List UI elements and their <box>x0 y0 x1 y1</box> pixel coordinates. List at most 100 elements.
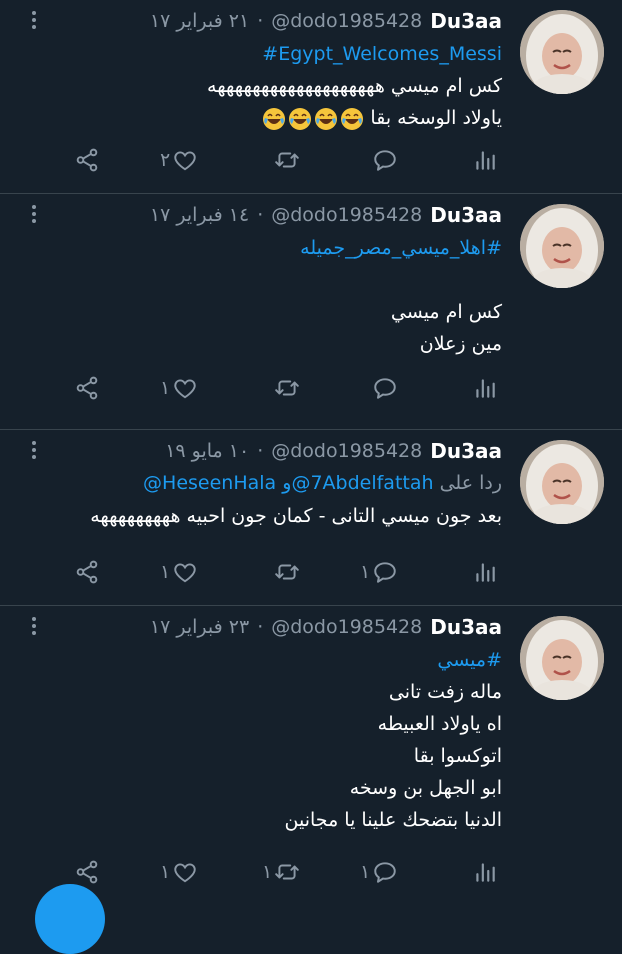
mention-link[interactable]: @HeseenHala <box>143 472 276 494</box>
separator-dot: · <box>257 440 264 462</box>
retweet-icon <box>274 859 300 885</box>
tweet-date[interactable]: ١٠ مايو ١٩ <box>165 440 249 462</box>
like-button[interactable]: ٢ <box>160 142 198 178</box>
reply-button[interactable]: ١ <box>360 854 398 890</box>
retweet-button[interactable] <box>272 370 300 406</box>
reply-button[interactable]: ١ <box>360 554 398 590</box>
share-icon <box>74 375 100 401</box>
reply-icon <box>372 859 398 885</box>
separator-dot: · <box>257 616 264 638</box>
separator-dot: · <box>257 204 264 226</box>
display-name[interactable]: Du3aa <box>430 615 502 639</box>
hashtag-link[interactable]: #Egypt_Welcomes_Messi <box>16 38 502 70</box>
share-icon <box>74 559 100 585</box>
hashtag-link[interactable]: #اهلا_ميسي_مصر_جميله <box>16 232 502 264</box>
tweet-line: بعد جون ميسي التانى - كمان جون احبيه ههه… <box>90 505 502 527</box>
tweet-text: #اهلا_ميسي_مصر_جميله كس ام ميسي مين زعلا… <box>16 232 502 360</box>
mention-link[interactable]: @7Abdelfattah <box>291 472 433 494</box>
reply-icon <box>372 375 398 401</box>
tweet-date[interactable]: ١٤ فبراير ١٧ <box>150 204 249 226</box>
tweet-line-with-emoji: ياولاد الوسخه بقا <box>16 102 502 134</box>
like-count: ٢ <box>160 149 171 171</box>
reply-count: ١ <box>360 561 371 583</box>
laughing-emoji-icon <box>314 107 338 131</box>
analytics-icon <box>472 859 498 885</box>
tweet-line: كس ام ميسي هههههههههههههههههههه <box>207 75 502 97</box>
reply-button[interactable] <box>370 370 398 406</box>
tweet-header: Du3aa @dodo1985428 · ١٤ فبراير ١٧ <box>16 200 502 230</box>
reply-prefix: ردا على <box>439 472 502 494</box>
tweet-text: #ميسي ماله زفت تانى اه ياولاد العبيطه ات… <box>16 644 502 836</box>
tweet-content: Du3aa @dodo1985428 · ٢١ فبراير ١٧ #Egypt… <box>16 6 502 134</box>
tweet-line: اتوكسوا بقا <box>413 745 502 767</box>
emoji-group <box>262 107 364 131</box>
tweet-header: Du3aa @dodo1985428 · ٢٣ فبراير ١٧ <box>16 612 502 642</box>
tweet-line: ماله زفت تانى <box>388 681 502 703</box>
like-button[interactable]: ١ <box>160 370 198 406</box>
hashtag-link[interactable]: #ميسي <box>16 644 502 676</box>
tweet-content: Du3aa @dodo1985428 · ١٤ فبراير ١٧ #اهلا_… <box>16 200 502 360</box>
tweet-header: Du3aa @dodo1985428 · ٢١ فبراير ١٧ <box>16 6 502 36</box>
retweet-button[interactable] <box>272 554 300 590</box>
separator-dot: · <box>257 10 264 32</box>
tweet-feed: Du3aa @dodo1985428 · ٢١ فبراير ١٧ #Egypt… <box>0 0 622 900</box>
analytics-icon <box>472 559 498 585</box>
handle[interactable]: @dodo1985428 <box>271 616 422 638</box>
tweet-content: Du3aa @dodo1985428 · ١٠ مايو ١٩ ردا على … <box>16 436 502 532</box>
share-button[interactable] <box>74 554 100 590</box>
reply-count: ١ <box>360 861 371 883</box>
avatar[interactable] <box>520 10 604 94</box>
display-name[interactable]: Du3aa <box>430 9 502 33</box>
like-icon <box>172 559 198 585</box>
tweet-line: الدنيا بتضحك علينا يا مجانين <box>284 809 502 831</box>
like-button[interactable]: ١ <box>160 554 198 590</box>
analytics-button[interactable] <box>472 370 498 406</box>
tweet[interactable]: Du3aa @dodo1985428 · ١٤ فبراير ١٧ #اهلا_… <box>0 194 622 430</box>
retweet-icon <box>274 559 300 585</box>
handle[interactable]: @dodo1985428 <box>271 440 422 462</box>
analytics-button[interactable] <box>472 142 498 178</box>
tweet-line: ابو الجهل بن وسخه <box>349 777 502 799</box>
handle[interactable]: @dodo1985428 <box>271 10 422 32</box>
share-button[interactable] <box>74 142 100 178</box>
share-button[interactable] <box>74 370 100 406</box>
avatar[interactable] <box>520 616 604 700</box>
retweet-button[interactable] <box>272 142 300 178</box>
avatar[interactable] <box>520 204 604 288</box>
tweet-header: Du3aa @dodo1985428 · ١٠ مايو ١٩ <box>16 436 502 466</box>
display-name[interactable]: Du3aa <box>430 203 502 227</box>
tweet-date[interactable]: ٢٣ فبراير ١٧ <box>150 616 249 638</box>
tweet-line: ياولاد الوسخه بقا <box>370 107 502 129</box>
tweet-line: مين زعلان <box>419 333 502 355</box>
like-icon <box>172 147 198 173</box>
reply-icon <box>372 147 398 173</box>
tweet-line: كس ام ميسي <box>390 301 502 323</box>
tweet[interactable]: Du3aa @dodo1985428 · ٢٣ فبراير ١٧ #ميسي … <box>0 606 622 900</box>
analytics-button[interactable] <box>472 854 498 890</box>
tweet-content: Du3aa @dodo1985428 · ٢٣ فبراير ١٧ #ميسي … <box>16 612 502 836</box>
tweet[interactable]: Du3aa @dodo1985428 · ١٠ مايو ١٩ ردا على … <box>0 430 622 606</box>
like-button[interactable]: ١ <box>160 854 198 890</box>
retweet-button[interactable]: ١ <box>262 854 300 890</box>
laughing-emoji-icon <box>288 107 312 131</box>
analytics-button[interactable] <box>472 554 498 590</box>
laughing-emoji-icon <box>340 107 364 131</box>
like-count: ١ <box>160 561 171 583</box>
analytics-icon <box>472 147 498 173</box>
analytics-icon <box>472 375 498 401</box>
tweet-actions: ١ ١ <box>0 554 622 590</box>
tweet-text: #Egypt_Welcomes_Messi كس ام ميسي ههههههه… <box>16 38 502 134</box>
retweet-icon <box>274 147 300 173</box>
handle[interactable]: @dodo1985428 <box>271 204 422 226</box>
reply-button[interactable] <box>370 142 398 178</box>
tweet[interactable]: Du3aa @dodo1985428 · ٢١ فبراير ١٧ #Egypt… <box>0 0 622 194</box>
like-icon <box>172 859 198 885</box>
display-name[interactable]: Du3aa <box>430 439 502 463</box>
compose-tweet-button[interactable] <box>35 884 105 954</box>
avatar[interactable] <box>520 440 604 524</box>
tweet-date[interactable]: ٢١ فبراير ١٧ <box>150 10 249 32</box>
share-icon <box>74 147 100 173</box>
like-count: ١ <box>160 861 171 883</box>
tweet-actions: ٢ <box>0 142 622 178</box>
like-icon <box>172 375 198 401</box>
